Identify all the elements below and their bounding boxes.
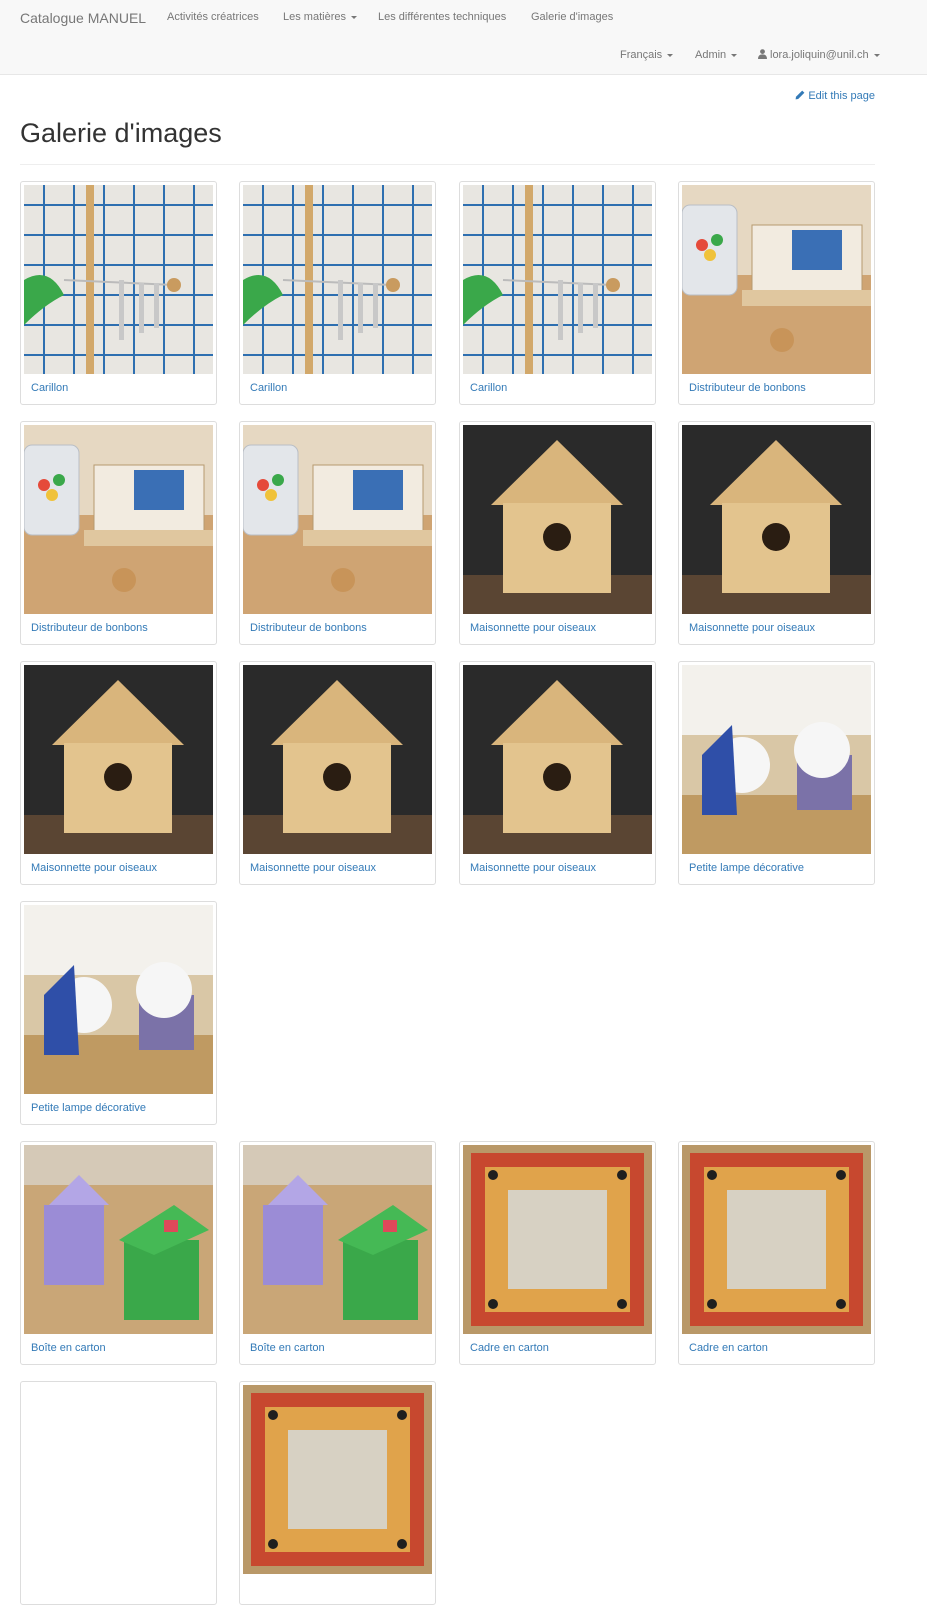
gallery-thumbnail[interactable]: Maisonnette pour oiseaux	[239, 661, 436, 885]
caret-down-icon	[667, 53, 674, 57]
gallery-photo-decorative-lamp	[682, 665, 871, 854]
gallery-photo-cardboard-frame	[682, 1145, 871, 1334]
edit-page-link[interactable]: Edit this page	[795, 90, 875, 102]
gallery-thumbnail[interactable]	[20, 1381, 217, 1605]
user-dropdown[interactable]: lora.joliquin@unil.ch	[758, 49, 880, 61]
gallery-caption: Carillon	[31, 382, 69, 394]
gallery-thumbnail[interactable]: Carillon	[459, 181, 656, 405]
gallery-caption: Boîte en carton	[31, 1342, 106, 1354]
gallery-photo-wind-chime	[463, 185, 652, 374]
gallery-thumbnail[interactable]: Distributeur de bonbons	[239, 421, 436, 645]
nav-link-activites[interactable]: Activités créatrices	[167, 11, 259, 23]
gallery-thumbnail[interactable]: Distributeur de bonbons	[678, 181, 875, 405]
title-divider	[20, 164, 875, 165]
gallery-photo-birdhouse	[463, 665, 652, 854]
gallery-photo-candy-dispenser	[682, 185, 871, 374]
caret-down-icon	[731, 53, 738, 57]
gallery-photo-birdhouse	[463, 425, 652, 614]
gallery-photo-birdhouse	[24, 665, 213, 854]
page-title: Galerie d'images	[20, 118, 222, 148]
gallery-thumbnail[interactable]: Boîte en carton	[20, 1141, 217, 1365]
gallery-photo-cardboard-frame	[463, 1145, 652, 1334]
gallery-caption: Carillon	[250, 382, 288, 394]
gallery-thumbnail[interactable]: Carillon	[20, 181, 217, 405]
gallery-caption: Maisonnette pour oiseaux	[470, 862, 596, 874]
nav-link-label: Les matières	[283, 11, 346, 23]
nav-link-label: Galerie d'images	[531, 11, 614, 23]
caret-down-icon	[350, 15, 357, 19]
user-email: lora.joliquin@unil.ch	[770, 49, 869, 61]
gallery-caption: Maisonnette pour oiseaux	[250, 862, 376, 874]
gallery-thumbnail[interactable]: Maisonnette pour oiseaux	[20, 661, 217, 885]
gallery-photo-blank	[24, 1385, 213, 1574]
gallery-photo-birdhouse	[682, 425, 871, 614]
nav-link-label: Activités créatrices	[167, 11, 259, 23]
admin-label: Admin	[695, 49, 727, 61]
gallery-photo-cardboard-box	[243, 1145, 432, 1334]
gallery-photo-decorative-lamp	[24, 905, 213, 1094]
gallery-photo-cardboard-box	[24, 1145, 213, 1334]
nav-link-techniques[interactable]: Les différentes techniques	[378, 11, 506, 23]
edit-link-label: Edit this page	[808, 90, 875, 102]
caret-down-icon	[873, 53, 880, 57]
pencil-icon	[795, 90, 805, 100]
gallery-caption: Distributeur de bonbons	[689, 382, 806, 394]
gallery-thumbnail[interactable]: Cadre en carton	[459, 1141, 656, 1365]
gallery-photo-birdhouse	[243, 665, 432, 854]
language-dropdown[interactable]: Français	[620, 49, 674, 61]
top-navbar: Catalogue MANUEL Activités créatrices Le…	[0, 0, 927, 75]
gallery-photo-candy-dispenser	[24, 425, 213, 614]
nav-link-galerie[interactable]: Galerie d'images	[531, 11, 613, 23]
nav-link-label: Les différentes techniques	[378, 11, 507, 23]
gallery-caption: Distributeur de bonbons	[31, 622, 148, 634]
brand-link[interactable]: Catalogue MANUEL	[20, 10, 146, 26]
gallery-thumbnail[interactable]: Maisonnette pour oiseaux	[459, 421, 656, 645]
gallery-thumbnail[interactable]: Maisonnette pour oiseaux	[678, 421, 875, 645]
gallery-caption: Maisonnette pour oiseaux	[689, 622, 815, 634]
gallery-photo-cardboard-frame	[243, 1385, 432, 1574]
gallery-caption: Maisonnette pour oiseaux	[470, 622, 596, 634]
gallery-photo-wind-chime	[24, 185, 213, 374]
admin-dropdown[interactable]: Admin	[695, 49, 738, 61]
gallery-caption: Boîte en carton	[250, 1342, 325, 1354]
gallery-thumbnail[interactable]: Petite lampe décorative	[20, 901, 217, 1125]
gallery-caption: Maisonnette pour oiseaux	[31, 862, 157, 874]
gallery-thumbnail[interactable]: Cadre en carton	[678, 1141, 875, 1365]
gallery-caption: Cadre en carton	[689, 1342, 768, 1354]
nav-link-matieres[interactable]: Les matières	[283, 11, 357, 23]
gallery-caption: Carillon	[470, 382, 508, 394]
user-icon	[758, 49, 767, 59]
gallery-caption: Distributeur de bonbons	[250, 622, 367, 634]
language-label: Français	[620, 49, 663, 61]
gallery-thumbnail[interactable]: Carillon	[239, 181, 436, 405]
gallery-photo-candy-dispenser	[243, 425, 432, 614]
gallery-photo-wind-chime	[243, 185, 432, 374]
gallery-thumbnail[interactable]: Distributeur de bonbons	[20, 421, 217, 645]
gallery-caption: Petite lampe décorative	[31, 1102, 146, 1114]
gallery-caption: Petite lampe décorative	[689, 862, 804, 874]
gallery-thumbnail[interactable]	[239, 1381, 436, 1605]
gallery-thumbnail[interactable]: Petite lampe décorative	[678, 661, 875, 885]
gallery-thumbnail[interactable]: Maisonnette pour oiseaux	[459, 661, 656, 885]
gallery-caption: Cadre en carton	[470, 1342, 549, 1354]
gallery-thumbnail[interactable]: Boîte en carton	[239, 1141, 436, 1365]
